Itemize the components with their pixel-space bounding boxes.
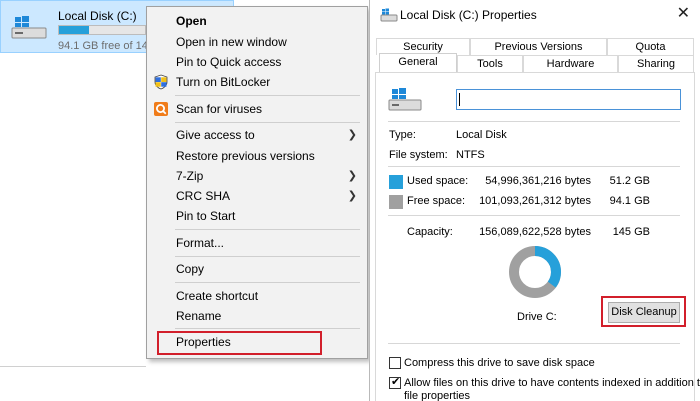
menu-item-scan-for-viruses[interactable]: Scan for viruses bbox=[147, 99, 367, 120]
menu-item-label: 7-Zip bbox=[176, 169, 204, 183]
menu-item-label: Turn on BitLocker bbox=[176, 75, 271, 89]
menu-separator bbox=[175, 122, 360, 123]
menu-item-create-shortcut[interactable]: Create shortcut bbox=[147, 286, 367, 307]
menu-item-label: Format... bbox=[176, 236, 225, 250]
menu-item-label: Restore previous versions bbox=[176, 149, 315, 163]
menu-separator bbox=[175, 328, 360, 329]
menu-item-label: CRC SHA bbox=[176, 189, 231, 203]
shield-icon bbox=[154, 74, 168, 90]
capacity-bytes: 156,089,622,528 bytes bbox=[479, 226, 591, 238]
menu-item-copy[interactable]: Copy bbox=[147, 259, 367, 280]
dialog-title: Local Disk (C:) Properties bbox=[400, 8, 537, 22]
tab-quota[interactable]: Quota bbox=[607, 38, 694, 55]
divider bbox=[388, 343, 680, 344]
divider bbox=[388, 215, 680, 216]
text-caret bbox=[459, 93, 460, 106]
menu-item-label: Pin to Start bbox=[176, 209, 236, 223]
tab-sharing[interactable]: Sharing bbox=[618, 55, 694, 72]
menu-item-restore-previous-versions[interactable]: Restore previous versions bbox=[147, 146, 367, 167]
menu-item-open-in-new-window[interactable]: Open in new window bbox=[147, 32, 367, 53]
capacity-label: Capacity: bbox=[407, 226, 453, 238]
used-space-gb: 51.2 GB bbox=[609, 175, 650, 187]
menu-item-label: Give access to bbox=[176, 128, 255, 142]
index-checkbox[interactable]: ✔ bbox=[389, 376, 401, 389]
drive-label: Drive C: bbox=[517, 311, 557, 323]
drive-icon bbox=[388, 88, 422, 111]
menu-item-crc-sha[interactable]: CRC SHA ❯ bbox=[147, 186, 367, 207]
used-space-bytes: 54,996,361,216 bytes bbox=[485, 175, 591, 187]
tab-label: Previous Versions bbox=[494, 41, 583, 53]
tab-label: Sharing bbox=[637, 58, 675, 70]
tab-label: General bbox=[398, 56, 438, 68]
menu-item-label: Create shortcut bbox=[176, 289, 259, 303]
used-space-label: Used space: bbox=[407, 175, 469, 187]
menu-item-label: Pin to Quick access bbox=[176, 55, 282, 69]
tab-label: Hardware bbox=[546, 58, 595, 70]
drive-icon bbox=[380, 8, 398, 22]
pane-divider bbox=[0, 366, 146, 367]
tab-label: Tools bbox=[477, 58, 503, 70]
menu-separator bbox=[175, 282, 360, 283]
menu-separator bbox=[175, 95, 360, 96]
menu-item-rename[interactable]: Rename bbox=[147, 306, 367, 327]
menu-item-label: Open bbox=[176, 14, 207, 28]
file-system-value: NTFS bbox=[456, 149, 485, 161]
menu-item-label: Rename bbox=[176, 309, 222, 323]
drive-name-field[interactable] bbox=[456, 89, 681, 110]
type-value: Local Disk bbox=[456, 129, 507, 141]
menu-item-format[interactable]: Format... bbox=[147, 233, 367, 254]
free-space-swatch bbox=[389, 195, 403, 209]
compress-label: Compress this drive to save disk space bbox=[404, 357, 595, 369]
drive-icon bbox=[11, 16, 47, 39]
drive-usage-bar-fill bbox=[59, 26, 90, 34]
menu-separator bbox=[175, 229, 360, 230]
free-space-label: Free space: bbox=[407, 195, 466, 207]
context-menu: Open Open in new window Pin to Quick acc… bbox=[146, 6, 368, 359]
disk-cleanup-highlight-box bbox=[601, 296, 686, 327]
chevron-right-icon: ❯ bbox=[347, 170, 357, 182]
divider bbox=[388, 166, 680, 167]
tab-label: Quota bbox=[635, 41, 666, 53]
close-icon[interactable]: ✕ bbox=[677, 3, 690, 23]
menu-item-pin-to-quick-access[interactable]: Pin to Quick access bbox=[147, 52, 367, 73]
compress-checkbox[interactable] bbox=[389, 357, 401, 369]
free-space-gb: 94.1 GB bbox=[609, 195, 650, 207]
tab-tools[interactable]: Tools bbox=[457, 55, 523, 72]
disk-usage-donut bbox=[509, 246, 561, 298]
index-label-line2: file properties bbox=[404, 390, 471, 401]
menu-item-open[interactable]: Open bbox=[147, 11, 367, 32]
menu-item-7-zip[interactable]: 7-Zip ❯ bbox=[147, 166, 367, 187]
menu-item-turn-on-bitlocker[interactable]: Turn on BitLocker bbox=[147, 72, 367, 93]
free-space-bytes: 101,093,261,312 bytes bbox=[479, 195, 591, 207]
menu-item-pin-to-start[interactable]: Pin to Start bbox=[147, 206, 367, 227]
divider bbox=[388, 121, 680, 122]
checkmark-icon: ✔ bbox=[391, 376, 401, 388]
chevron-right-icon: ❯ bbox=[347, 129, 357, 141]
screenshot-stage: Local Disk (C:) 94.1 GB free of 145 GB O… bbox=[0, 0, 700, 401]
index-label-line1: Allow files on this drive to have conten… bbox=[404, 377, 700, 389]
menu-item-label: Open in new window bbox=[176, 35, 287, 49]
drive-tile-name: Local Disk (C:) bbox=[58, 9, 137, 23]
used-space-swatch bbox=[389, 175, 403, 189]
drive-usage-bar bbox=[58, 25, 146, 35]
menu-item-label: Scan for viruses bbox=[176, 102, 263, 116]
menu-item-give-access-to[interactable]: Give access to ❯ bbox=[147, 125, 367, 146]
tab-previous-versions[interactable]: Previous Versions bbox=[470, 38, 607, 55]
chevron-right-icon: ❯ bbox=[347, 190, 357, 202]
type-label: Type: bbox=[389, 129, 416, 141]
menu-item-label: Copy bbox=[176, 262, 205, 276]
tab-general[interactable]: General bbox=[379, 53, 457, 72]
capacity-gb: 145 GB bbox=[612, 226, 650, 238]
tab-hardware[interactable]: Hardware bbox=[523, 55, 618, 72]
menu-separator bbox=[175, 256, 360, 257]
file-system-label: File system: bbox=[389, 149, 448, 161]
tab-label: Security bbox=[403, 41, 443, 53]
properties-highlight-box bbox=[157, 331, 322, 355]
antivirus-icon bbox=[154, 102, 168, 116]
